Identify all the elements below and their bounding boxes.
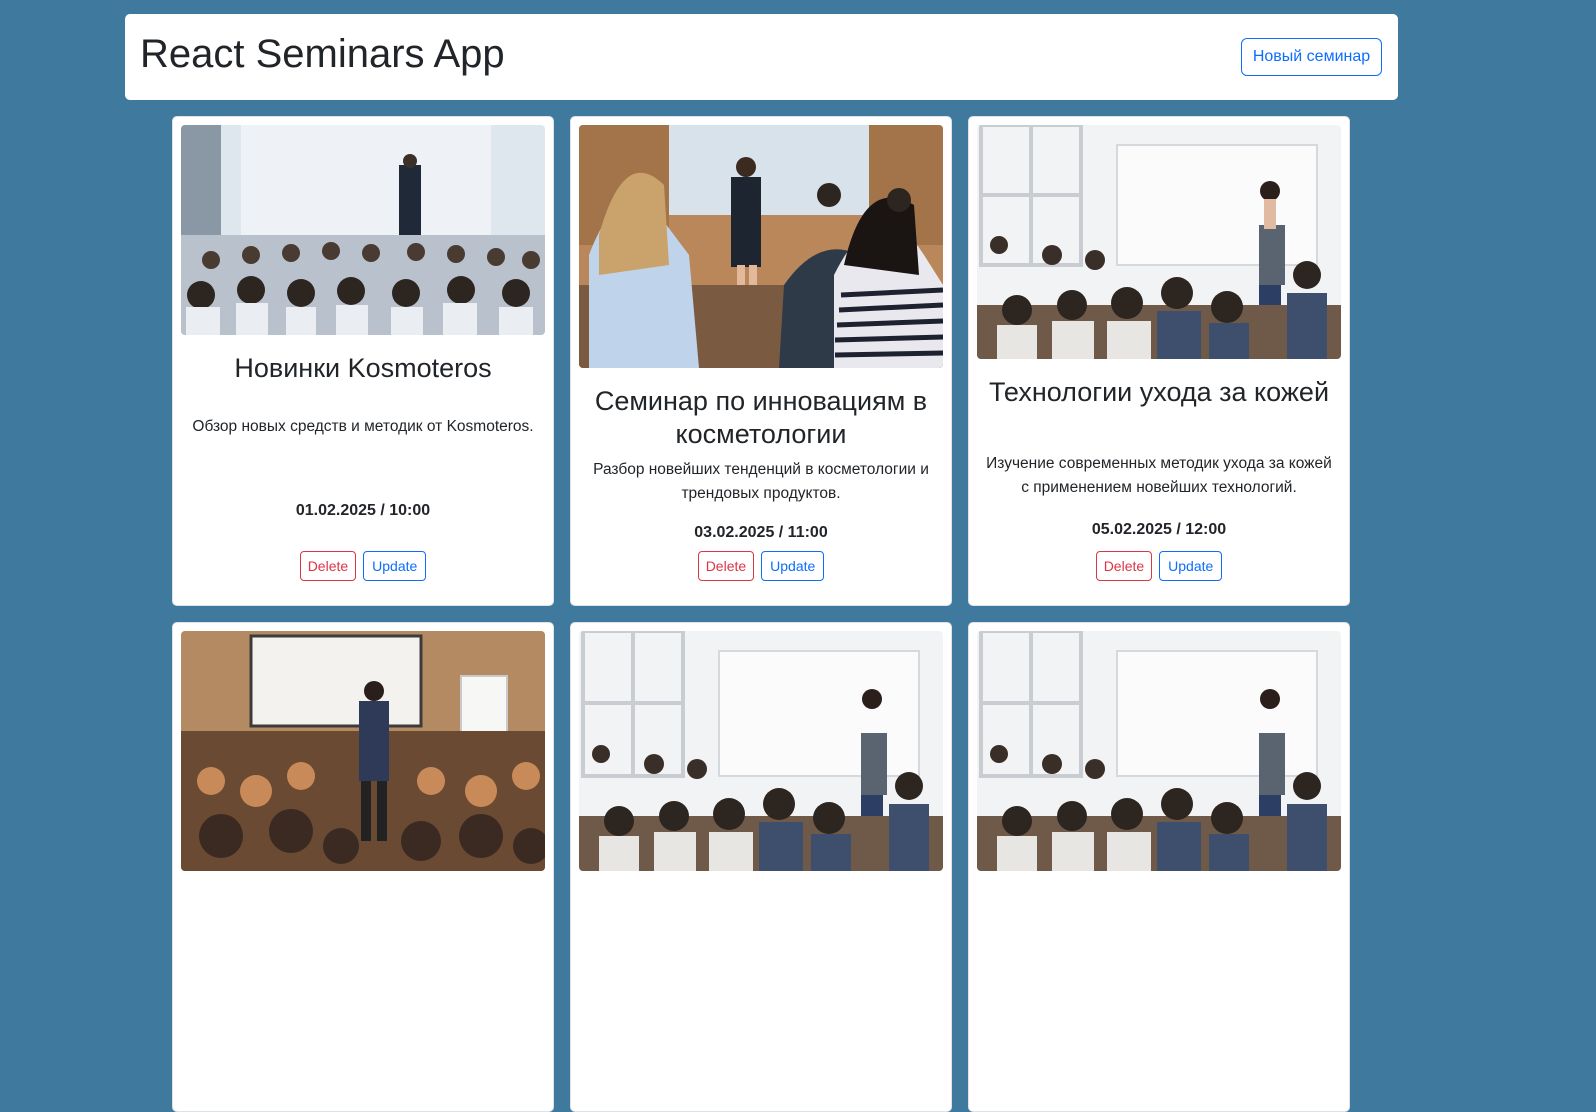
delete-button[interactable]: Delete xyxy=(299,551,357,581)
app-title: React Seminars App xyxy=(140,32,505,76)
update-button[interactable]: Update xyxy=(363,551,427,581)
update-button[interactable]: Update xyxy=(1159,551,1223,581)
update-button[interactable]: Update xyxy=(761,551,825,581)
seminar-description: Разбор новейших тенденций в косметологии… xyxy=(593,461,929,502)
seminar-image xyxy=(181,125,545,335)
card-actions: Delete Update xyxy=(969,551,1349,581)
seminar-card: Семинар по инновациям в косметологии Раз… xyxy=(570,116,952,606)
seminar-description: Обзор новых средств и методик от Kosmote… xyxy=(192,418,534,435)
card-actions: Delete Update xyxy=(571,551,951,581)
seminar-card: Новинки Kosmoteros Обзор новых средств и… xyxy=(172,116,554,606)
seminar-card xyxy=(570,622,952,1112)
app-header: React Seminars App Новый семинар xyxy=(125,14,1398,100)
seminar-card: Технологии ухода за кожей Изучение совре… xyxy=(968,116,1350,606)
card-actions: Delete Update xyxy=(173,551,553,581)
seminar-card xyxy=(172,622,554,1112)
seminar-date: 03.02.2025 / 11:00 xyxy=(694,524,828,541)
seminar-card xyxy=(968,622,1350,1112)
seminar-title: Технологии ухода за кожей xyxy=(988,377,1330,407)
seminar-date: 01.02.2025 / 10:00 xyxy=(295,502,431,519)
seminar-image xyxy=(977,631,1341,871)
seminar-image xyxy=(579,125,943,368)
seminar-title: Новинки Kosmoteros xyxy=(234,353,492,383)
seminar-image xyxy=(977,125,1341,359)
seminar-image xyxy=(579,631,943,871)
delete-button[interactable]: Delete xyxy=(697,551,755,581)
seminar-image xyxy=(181,631,545,871)
seminar-title: Семинар по инновациям в косметологии xyxy=(594,386,928,449)
seminar-date: 05.02.2025 / 12:00 xyxy=(1091,521,1227,538)
new-seminar-button[interactable]: Новый семинар xyxy=(1241,38,1382,76)
delete-button[interactable]: Delete xyxy=(1095,551,1153,581)
seminar-description: Изучение современных методик ухода за ко… xyxy=(986,455,1332,496)
